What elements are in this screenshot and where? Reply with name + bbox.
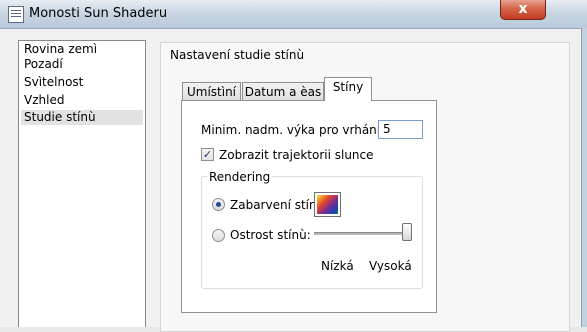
group-title: Nastavení studie stínù: [170, 48, 305, 62]
show-sun-trajectory-label: Zobrazit trajektorii slunce: [219, 148, 374, 162]
close-button[interactable]: x: [500, 0, 546, 20]
title-bar: Monosti Sun Shaderu x: [0, 0, 587, 29]
shadow-sharpness-label: Ostrost stínù:: [230, 228, 311, 242]
radio-selected-dot: [216, 202, 221, 207]
shadow-coloring-radio[interactable]: [212, 198, 225, 211]
shadow-coloring-label: Zabarvení stínù: [230, 198, 325, 212]
tab-shadows[interactable]: Stíny: [324, 77, 372, 101]
window-title: Monosti Sun Shaderu: [29, 6, 168, 21]
sidebar-item-ground-plane[interactable]: Rovina zemì: [21, 42, 143, 57]
app-icon: [8, 6, 24, 23]
sun-shader-options-window: Monosti Sun Shaderu x Rovina zemì Pozadí…: [0, 0, 587, 332]
sharpness-slider-track[interactable]: [314, 232, 410, 235]
sidebar-item-shadow-study[interactable]: Studie stínù: [21, 110, 143, 125]
show-sun-trajectory-checkbox[interactable]: ✓: [201, 148, 214, 161]
window-frame-right: [581, 28, 587, 327]
shadow-color-picker-button[interactable]: [314, 192, 341, 217]
sharpness-slider-thumb[interactable]: [402, 223, 412, 241]
sidebar-item-appearance[interactable]: Vzhled: [21, 93, 143, 108]
min-height-input[interactable]: 5: [378, 120, 423, 139]
slider-low-label: Nízká: [321, 259, 354, 273]
slider-high-label: Vysoká: [369, 259, 412, 273]
close-icon: x: [518, 1, 528, 17]
options-category-list: Rovina zemì Pozadí Svìtelnost Vzhled Stu…: [18, 40, 146, 327]
sidebar-item-background[interactable]: Pozadí: [21, 57, 143, 72]
color-gradient-icon: [317, 195, 338, 214]
shadow-sharpness-radio[interactable]: [212, 229, 225, 242]
rendering-legend: Rendering: [207, 170, 273, 184]
sidebar-item-brightness[interactable]: Svìtelnost: [21, 75, 143, 90]
